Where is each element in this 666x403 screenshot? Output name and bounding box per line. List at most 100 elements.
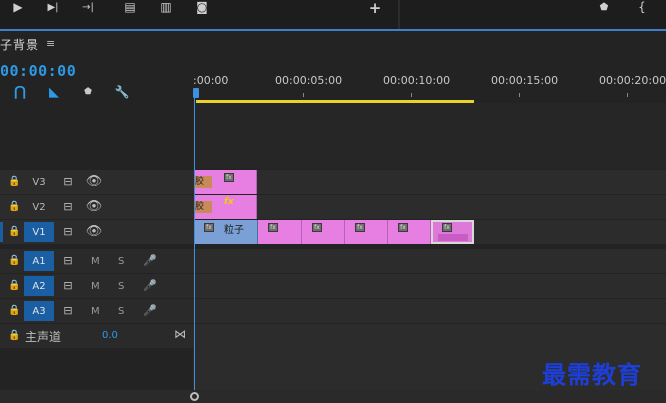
solo-button[interactable]: S [118, 256, 124, 267]
track-label-v2[interactable]: V2 [24, 197, 54, 217]
mute-button[interactable]: M [91, 256, 100, 267]
mute-button[interactable]: M [91, 306, 100, 317]
track-lane-a2[interactable] [193, 274, 666, 298]
solo-button[interactable]: S [118, 281, 124, 292]
panel-menu-icon[interactable]: ≡ [46, 37, 55, 50]
mic-icon[interactable]: 🎤 [143, 254, 157, 267]
horizontal-scrollbar[interactable] [0, 390, 666, 403]
sequence-header: 子背景 ≡ [0, 31, 666, 57]
track-lane-v2[interactable] [193, 195, 666, 219]
sync-lock-icon[interactable]: ⊟ [59, 175, 77, 188]
lock-icon[interactable]: 🔒 [8, 226, 20, 237]
track-label-a3[interactable]: A3 [24, 301, 54, 321]
brace-icon[interactable]: { [634, 0, 650, 14]
time-ruler[interactable]: :00:00 00:00:05:00 00:00:10:00 00:00:15:… [193, 57, 666, 103]
track-lane-a1[interactable] [193, 249, 666, 273]
track-header-v1[interactable]: 🔒 V1 ⊟ 👁 [0, 220, 193, 244]
track-lane-v3[interactable] [193, 170, 666, 194]
clip-name: 粒子 [224, 225, 244, 236]
zoom-scroll-handle[interactable] [190, 392, 199, 401]
mic-icon[interactable]: 🎤 [143, 304, 157, 317]
lock-icon[interactable]: 🔒 [8, 280, 20, 291]
sync-lock-icon[interactable]: ⊟ [59, 279, 77, 292]
track-header-a1[interactable]: 🔒 A1 ⊟ M S 🎤 [0, 249, 193, 273]
track-area-spacer [193, 103, 666, 169]
fx-badge-icon: fx [312, 223, 322, 232]
ruler-label: :00:00 [193, 74, 229, 87]
clip-v1[interactable]: fx [388, 220, 431, 244]
add-marker-icon[interactable]: ⬟ [80, 84, 96, 100]
clip-v1[interactable]: fx [302, 220, 345, 244]
ruler-label: 00:00:05:00 [275, 74, 343, 87]
lock-icon[interactable]: 🔒 [8, 201, 20, 212]
lock-icon[interactable]: 🔒 [8, 255, 20, 266]
clip-v3[interactable]: 胶片 fx [194, 170, 257, 194]
fx-badge-icon: fx [224, 173, 234, 182]
ruler-tick [411, 93, 412, 97]
clip-v1[interactable]: fx [258, 220, 302, 244]
clip-waveform [438, 234, 468, 241]
track-label-v3[interactable]: V3 [24, 172, 54, 192]
lift-icon[interactable]: ▤ [122, 0, 138, 14]
go-to-end-icon[interactable]: ⋈ [174, 327, 186, 341]
track-header-a3[interactable]: 🔒 A3 ⊟ M S 🎤 [0, 299, 193, 323]
track-label-a1[interactable]: A1 [24, 251, 54, 271]
lock-icon[interactable]: 🔒 [8, 330, 20, 341]
eye-icon[interactable]: 👁 [85, 199, 103, 214]
track-lane-a3[interactable] [193, 299, 666, 323]
eye-icon[interactable]: 👁 [85, 174, 103, 189]
marker-icon[interactable]: ⬟ [596, 0, 612, 14]
track-header-a2[interactable]: 🔒 A2 ⊟ M S 🎤 [0, 274, 193, 298]
playhead-handle[interactable] [193, 88, 199, 98]
eye-icon[interactable]: 👁 [85, 224, 103, 239]
fx-active-icon: fx [224, 197, 234, 207]
master-volume-value[interactable]: 0.0 [102, 330, 118, 341]
solo-button[interactable]: S [118, 306, 124, 317]
watermark: 最需教育 [542, 360, 642, 389]
source-patch-v1[interactable] [0, 222, 3, 242]
camera-icon[interactable]: ◙ [194, 0, 210, 14]
clip-v2[interactable]: 胶片 fx [194, 195, 257, 219]
ruler-label: 00:00:15:00 [491, 74, 559, 87]
track-header-v3[interactable]: 🔒 V3 ⊟ 👁 [0, 170, 193, 194]
settings-wrench-icon[interactable]: 🔧 [114, 84, 130, 100]
ruler-tick [303, 93, 304, 97]
ruler-tick [519, 93, 520, 97]
track-header-master[interactable]: 🔒 主声道 0.0 ⋈ [0, 324, 193, 348]
mute-button[interactable]: M [91, 281, 100, 292]
sync-lock-icon[interactable]: ⊟ [59, 225, 77, 238]
linked-selection-icon[interactable]: ◣ [46, 84, 62, 100]
lock-icon[interactable]: 🔒 [8, 305, 20, 316]
playhead-line[interactable] [194, 92, 195, 403]
lock-icon[interactable]: 🔒 [8, 176, 20, 187]
track-label-a2[interactable]: A2 [24, 276, 54, 296]
ruler-tick [627, 93, 628, 97]
clip-v1-selected[interactable]: fx [431, 220, 474, 244]
sync-lock-icon[interactable]: ⊟ [59, 304, 77, 317]
mic-icon[interactable]: 🎤 [143, 279, 157, 292]
header-empty [0, 348, 193, 390]
sequence-title-tab[interactable]: 子背景 [0, 36, 39, 53]
sync-lock-icon[interactable]: ⊟ [59, 254, 77, 267]
step-forward-icon[interactable]: ▶| [45, 0, 61, 14]
track-header-v2[interactable]: 🔒 V2 ⊟ 👁 [0, 195, 193, 219]
clip-v1-particles[interactable]: fx 粒子 [194, 220, 258, 244]
fx-badge-icon: fx [442, 223, 452, 232]
sync-lock-icon[interactable]: ⊟ [59, 200, 77, 213]
toolbar-divider [398, 0, 400, 29]
extract-icon[interactable]: ▥ [158, 0, 174, 14]
playhead-timecode[interactable]: 00:00:00 [0, 62, 76, 80]
clip-label-v2: 胶片 [195, 201, 212, 213]
ruler-label: 00:00:20:00 [599, 74, 666, 87]
track-lane-master[interactable] [193, 324, 666, 348]
track-label-v1[interactable]: V1 [24, 222, 54, 242]
fx-badge-icon: fx [268, 223, 278, 232]
clip-v1[interactable]: fx [345, 220, 388, 244]
clip-label-v3: 胶片 [195, 176, 212, 188]
trim-icon[interactable]: →| [80, 0, 96, 14]
ruler-label: 00:00:10:00 [383, 74, 451, 87]
add-icon[interactable]: + [367, 0, 383, 17]
snap-icon[interactable]: ⋂ [12, 84, 28, 100]
track-header-spacer [0, 103, 193, 169]
play-icon[interactable]: ▶ [10, 0, 26, 14]
